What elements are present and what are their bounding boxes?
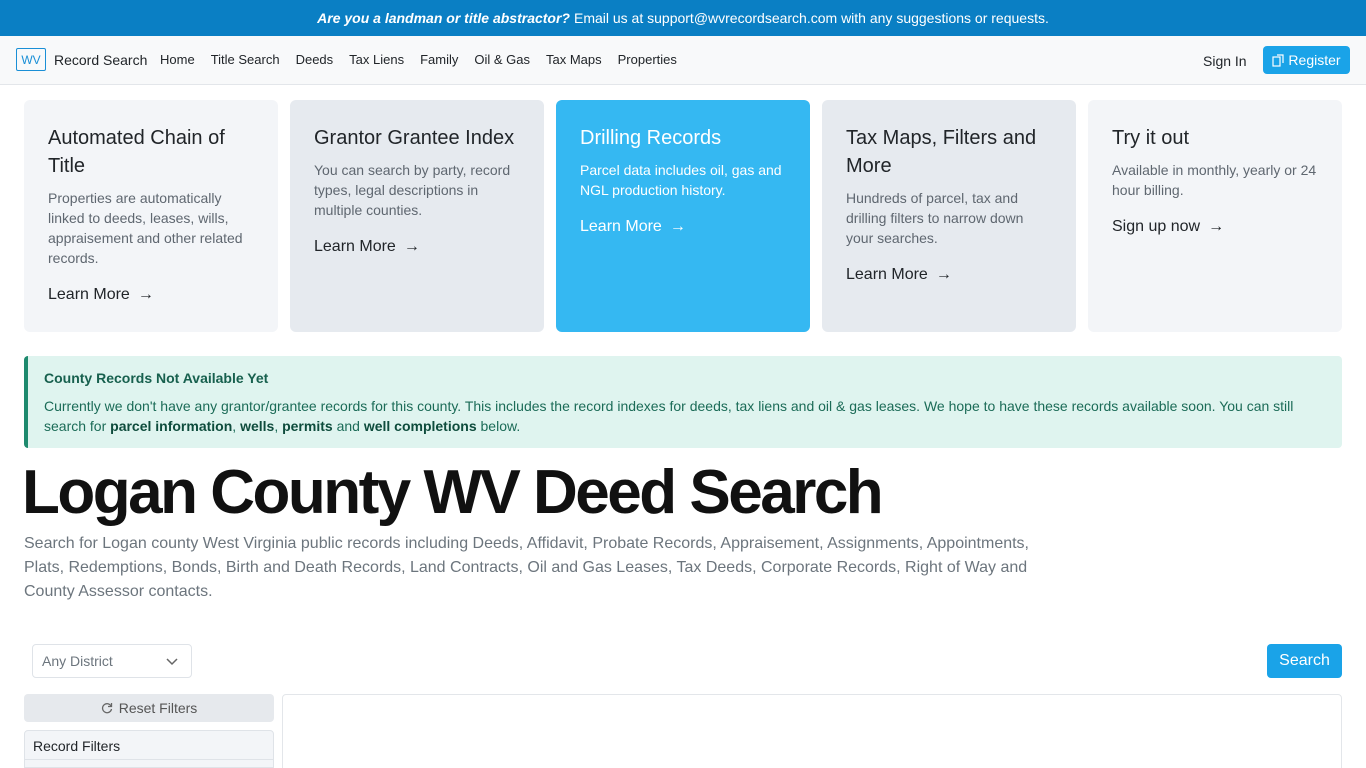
feature-card-drilling-records: Drilling Records Parcel data includes oi…	[556, 100, 810, 332]
learn-more-link[interactable]: Learn More →	[48, 286, 254, 304]
card-text: Parcel data includes oil, gas and NGL pr…	[580, 162, 782, 198]
navbar: WV Record Search Home Title Search Deeds…	[0, 36, 1366, 85]
well-completions-link[interactable]: well completions	[364, 418, 477, 434]
sign-up-label: Sign up now	[1112, 218, 1201, 235]
card-text: Properties are automatically linked to d…	[48, 190, 243, 266]
page-description: Search for Logan county West Virginia pu…	[24, 535, 1029, 600]
feature-card-try-it-out: Try it out Available in monthly, yearly …	[1088, 100, 1342, 332]
learn-more-label: Learn More	[580, 218, 662, 235]
announcement-question: Are you a landman or title abstractor?	[317, 10, 570, 26]
parcel-information-link[interactable]: parcel information	[110, 418, 232, 434]
brand-name[interactable]: Record Search	[54, 52, 147, 68]
learn-more-label: Learn More	[48, 286, 130, 303]
learn-more-link[interactable]: Learn More →	[314, 238, 520, 256]
district-selected-value: Any District	[42, 653, 113, 669]
announcement-bar: Are you a landman or title abstractor? E…	[0, 0, 1366, 36]
learn-more-link[interactable]: Learn More →	[846, 266, 1052, 284]
arrow-right-icon: →	[137, 286, 154, 303]
register-icon	[1272, 53, 1285, 67]
arrow-right-icon: →	[935, 266, 952, 283]
nav-link-home[interactable]: Home	[160, 52, 195, 67]
nav-link-properties[interactable]: Properties	[618, 52, 677, 67]
card-title: Automated Chain of Title	[48, 127, 225, 177]
page-title: Logan County WV Deed Search	[22, 458, 884, 527]
nav-link-oil-gas[interactable]: Oil & Gas	[474, 52, 530, 67]
feature-card-chain-of-title: Automated Chain of Title Properties are …	[24, 100, 278, 332]
permits-link[interactable]: permits	[282, 418, 333, 434]
divider	[24, 759, 274, 760]
learn-more-label: Learn More	[314, 238, 396, 255]
card-title: Drilling Records	[580, 127, 722, 149]
nav-link-tax-liens[interactable]: Tax Liens	[349, 52, 404, 67]
nav-link-tax-maps[interactable]: Tax Maps	[546, 52, 602, 67]
card-text: You can search by party, record types, l…	[314, 162, 511, 218]
register-button[interactable]: Register	[1263, 46, 1350, 74]
chevron-down-icon	[166, 658, 178, 666]
alert-body: Currently we don't have any grantor/gran…	[44, 396, 1326, 436]
nav-link-deeds[interactable]: Deeds	[296, 52, 334, 67]
county-records-alert: County Records Not Available Yet Current…	[24, 356, 1342, 448]
arrow-right-icon: →	[1208, 218, 1225, 235]
card-title: Try it out	[1112, 127, 1190, 149]
alert-title: County Records Not Available Yet	[44, 370, 269, 386]
nav-link-family[interactable]: Family	[420, 52, 458, 67]
arrow-right-icon: →	[403, 238, 420, 255]
refresh-icon	[101, 703, 112, 714]
nav-links: Home Title Search Deeds Tax Liens Family…	[160, 52, 693, 67]
card-title: Tax Maps, Filters and More	[846, 127, 1037, 177]
sign-in-link[interactable]: Sign In	[1203, 53, 1247, 69]
record-filters-header[interactable]: Record Filters	[24, 730, 274, 768]
alert-text: and	[336, 418, 360, 434]
separator: ,	[232, 418, 237, 434]
sign-up-link[interactable]: Sign up now →	[1112, 218, 1318, 236]
learn-more-link[interactable]: Learn More →	[580, 218, 786, 236]
separator: ,	[274, 418, 279, 434]
district-select[interactable]: Any District	[32, 644, 192, 678]
alert-text: below.	[480, 418, 521, 434]
announcement-message[interactable]: Email us at support@wvrecordsearch.com w…	[574, 10, 1049, 26]
learn-more-label: Learn More	[846, 266, 928, 283]
arrow-right-icon: →	[669, 218, 686, 235]
wells-link[interactable]: wells	[240, 418, 274, 434]
results-panel	[282, 694, 1342, 768]
reset-filters-label: Reset Filters	[118, 700, 198, 716]
card-text: Available in monthly, yearly or 24 hour …	[1112, 162, 1317, 198]
search-button[interactable]: Search	[1267, 644, 1342, 678]
logo[interactable]: WV	[16, 48, 46, 71]
card-text: Hundreds of parcel, tax and drilling fil…	[846, 190, 1024, 246]
feature-card-grantor-grantee: Grantor Grantee Index You can search by …	[290, 100, 544, 332]
register-label: Register	[1288, 52, 1341, 68]
card-title: Grantor Grantee Index	[314, 127, 515, 149]
feature-card-tax-maps: Tax Maps, Filters and More Hundreds of p…	[822, 100, 1076, 332]
nav-link-title-search[interactable]: Title Search	[211, 52, 280, 67]
reset-filters-button[interactable]: Reset Filters	[24, 694, 274, 722]
